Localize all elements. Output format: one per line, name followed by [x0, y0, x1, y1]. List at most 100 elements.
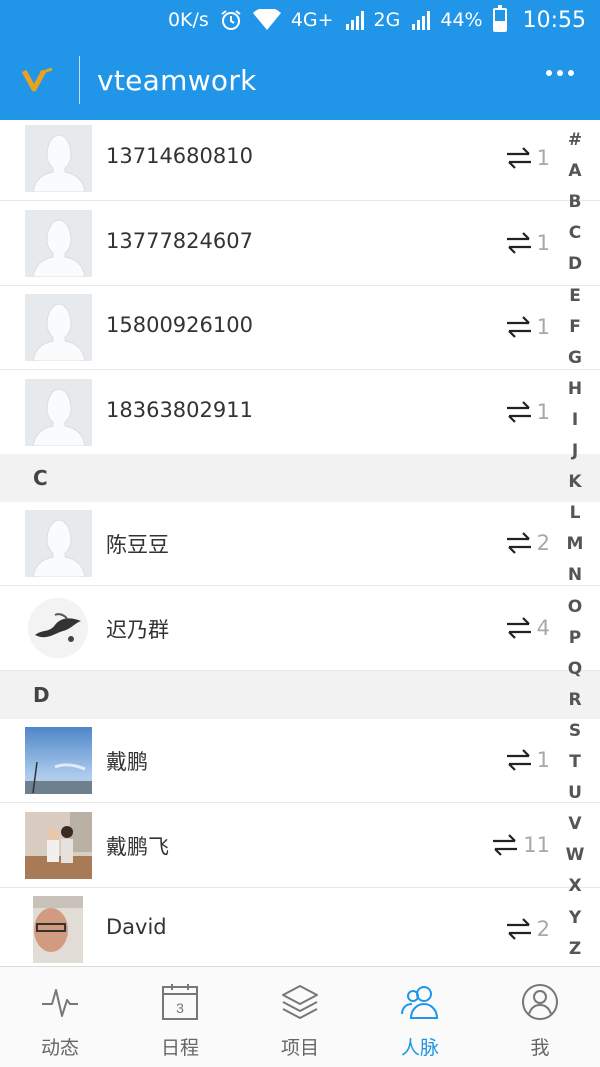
count-value: 1 — [536, 146, 550, 170]
network-4g: 4G+ — [290, 9, 334, 31]
index-letter[interactable]: L — [562, 503, 588, 523]
contact-row[interactable]: 陈豆豆 2 — [0, 502, 600, 586]
count-value: 2 — [536, 917, 550, 941]
contact-row[interactable]: 13777824607 1 — [0, 201, 600, 286]
net-speed: 0K/s — [167, 9, 209, 31]
avatar[interactable] — [25, 727, 92, 794]
index-letter[interactable]: O — [562, 597, 588, 617]
clock: 10:55 — [522, 7, 586, 33]
contact-row[interactable]: 戴鹏 1 — [0, 719, 600, 803]
contact-row[interactable]: 迟乃群 4 — [0, 586, 600, 671]
shared-count[interactable]: 1 — [505, 229, 550, 257]
section-header: C — [0, 454, 600, 502]
index-letter[interactable]: E — [562, 286, 588, 306]
index-letter[interactable]: X — [562, 876, 588, 896]
calendar-icon: 3 — [162, 984, 198, 1020]
index-letter[interactable]: B — [562, 192, 588, 212]
index-letter[interactable]: N — [562, 565, 588, 585]
index-letter[interactable]: A — [562, 161, 588, 181]
shared-count[interactable]: 1 — [505, 398, 550, 426]
index-letter[interactable]: C — [562, 223, 588, 243]
swap-arrows-icon — [505, 229, 533, 257]
swap-arrows-icon — [505, 529, 533, 557]
index-letter[interactable]: S — [562, 721, 588, 741]
avatar[interactable] — [25, 811, 92, 879]
battery-icon — [492, 5, 507, 32]
contact-name: 18363802911 — [106, 397, 253, 422]
contact-name: 13714680810 — [106, 144, 253, 168]
nav-label-wo: 我 — [530, 1037, 550, 1059]
battery-percent: 44% — [440, 9, 483, 31]
index-letter[interactable]: M — [562, 534, 588, 554]
shared-count[interactable]: 11 — [491, 831, 550, 859]
index-letter[interactable]: P — [562, 628, 588, 648]
shared-count[interactable]: 1 — [505, 144, 550, 172]
index-letter[interactable]: U — [562, 783, 588, 803]
index-letter[interactable]: I — [562, 410, 588, 430]
avatar[interactable] — [25, 209, 92, 277]
shared-count[interactable]: 1 — [505, 746, 550, 774]
index-letter[interactable]: Y — [562, 908, 588, 928]
avatar[interactable] — [25, 896, 92, 963]
avatar[interactable] — [25, 378, 92, 446]
index-letter[interactable]: Q — [562, 659, 588, 679]
contact-name: 13777824607 — [106, 228, 253, 253]
contact-name: 迟乃群 — [106, 617, 169, 642]
nav-xiangmu[interactable]: 项目 — [240, 967, 360, 1067]
count-value: 11 — [523, 832, 550, 857]
index-letter[interactable]: J — [562, 441, 588, 461]
index-letter[interactable]: K — [562, 472, 588, 492]
index-letter[interactable]: Z — [562, 939, 588, 959]
index-letter[interactable]: R — [562, 690, 588, 710]
contact-row[interactable]: 15800926100 1 — [0, 286, 600, 370]
swap-arrows-icon — [505, 614, 533, 642]
contact-row[interactable]: 13714680810 1 — [0, 120, 600, 201]
signal-icon — [344, 10, 364, 30]
vteamwork-logo-icon[interactable] — [0, 40, 80, 120]
bottom-nav: 动态 3 日程 项目 人脉 我 — [0, 966, 600, 1067]
contact-row[interactable]: 18363802911 1 — [0, 370, 600, 455]
shared-count[interactable]: 2 — [505, 529, 550, 557]
index-letter[interactable]: W — [562, 845, 588, 865]
index-letter[interactable]: F — [562, 317, 588, 337]
more-dots-icon[interactable] — [546, 70, 574, 76]
profile-icon — [522, 984, 558, 1020]
section-letter: D — [33, 683, 50, 707]
wifi-icon — [252, 9, 281, 31]
shared-count[interactable]: 1 — [505, 313, 550, 341]
nav-wo[interactable]: 我 — [480, 967, 600, 1067]
avatar[interactable] — [25, 595, 92, 662]
index-letter[interactable]: # — [562, 130, 588, 150]
nav-label-renmai: 人脉 — [400, 1037, 439, 1059]
swap-arrows-icon — [505, 144, 533, 172]
contact-name: 陈豆豆 — [106, 533, 169, 557]
nav-dongtai[interactable]: 动态 — [0, 967, 120, 1067]
count-value: 4 — [536, 615, 550, 640]
layers-icon — [282, 985, 318, 1019]
network-2g: 2G — [373, 9, 401, 31]
shared-count[interactable]: 2 — [505, 915, 550, 943]
nav-renmai[interactable]: 人脉 — [360, 967, 480, 1067]
shared-count[interactable]: 4 — [505, 614, 550, 642]
swap-arrows-icon — [505, 313, 533, 341]
signal-icon-2 — [410, 10, 431, 30]
index-letter[interactable]: D — [562, 254, 588, 274]
index-letter[interactable]: H — [562, 379, 588, 399]
swap-arrows-icon — [505, 746, 533, 774]
contact-row[interactable]: David 2 — [0, 888, 600, 966]
avatar[interactable] — [25, 510, 92, 577]
avatar[interactable] — [25, 294, 92, 361]
alarm-icon — [219, 8, 243, 32]
index-letter[interactable]: T — [562, 752, 588, 772]
index-letter[interactable]: V — [562, 814, 588, 834]
section-letter: C — [33, 466, 48, 490]
app-bar: vteamwork — [0, 40, 600, 120]
contact-name: David — [106, 915, 167, 939]
index-letter[interactable]: G — [562, 348, 588, 368]
contact-row[interactable]: 戴鹏飞 11 — [0, 803, 600, 888]
nav-richeng[interactable]: 3 日程 — [120, 967, 240, 1067]
calendar-day: 3 — [176, 1000, 184, 1016]
count-value: 2 — [536, 531, 550, 555]
avatar[interactable] — [25, 125, 92, 192]
contact-list[interactable]: 13714680810 1 13777824607 1 15800926100 1 1836… — [0, 120, 600, 966]
